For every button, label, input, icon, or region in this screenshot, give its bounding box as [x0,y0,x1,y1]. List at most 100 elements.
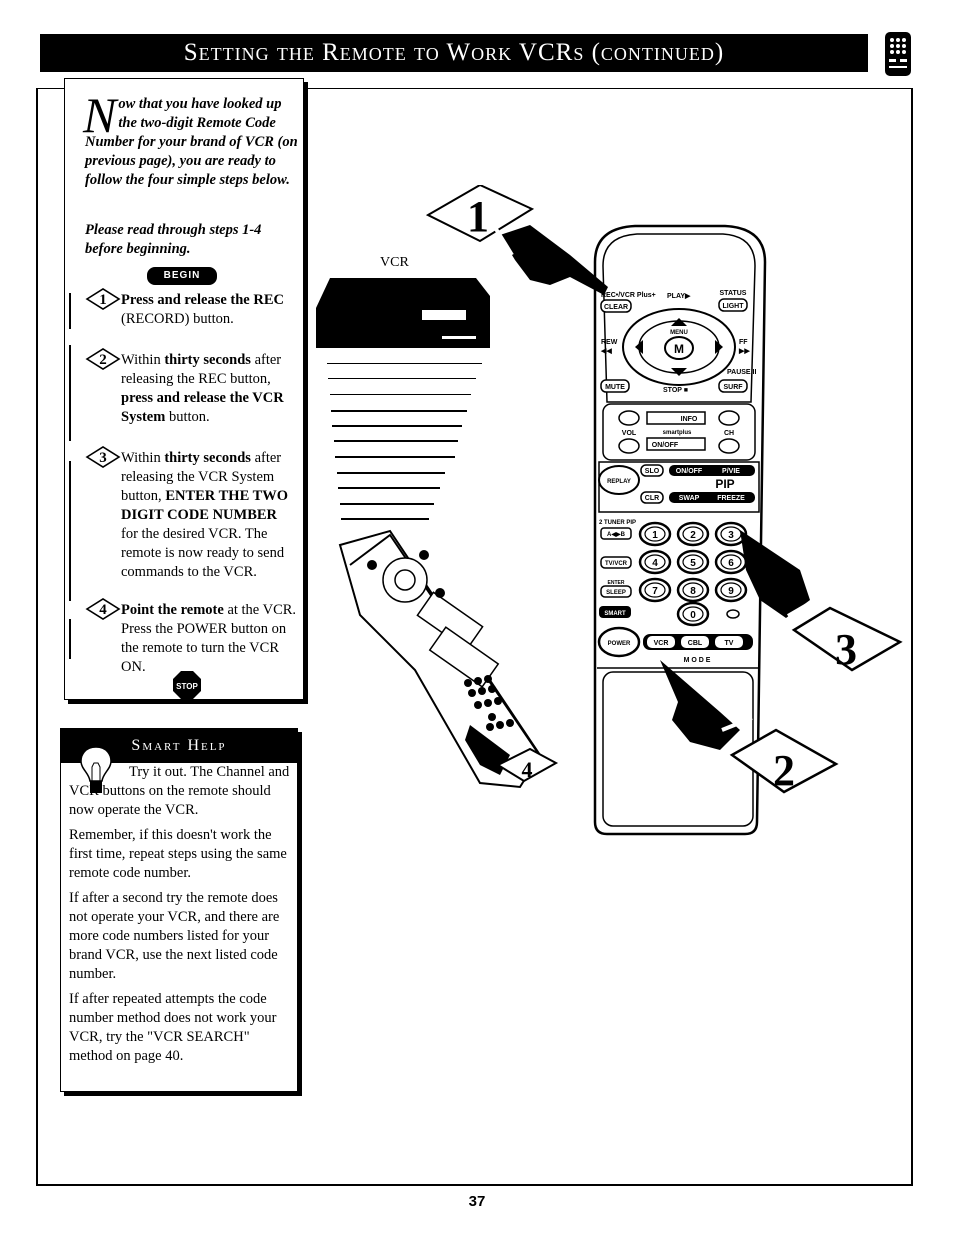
vcr-label: VCR [380,255,409,270]
begin-badge: BEGIN [147,267,217,285]
svg-text:A◀▶B: A◀▶B [607,531,626,538]
step-number-diamond-icon: 3 [85,446,121,468]
step-number-diamond-icon: 1 [85,288,121,310]
svg-text:CH: CH [724,430,734,437]
digit-label: 0 [690,610,696,621]
svg-text:M: M [674,342,684,356]
svg-text:SMART: SMART [604,611,626,617]
hand-pointer-2: 2 [660,660,839,795]
svg-text:ON/OFF: ON/OFF [676,468,703,475]
digit-label: 4 [652,558,658,569]
intro-text: N ow that you have looked up the two-dig… [83,87,299,190]
svg-text:▶▶: ▶▶ [738,348,750,355]
step-run: for the desired VCR. The remote is now r… [121,526,285,580]
svg-text:CLR: CLR [645,495,659,502]
svg-text:ON/OFF: ON/OFF [652,442,679,449]
page-title-bar: Setting the Remote to Work VCRs (continu… [40,34,868,72]
svg-text:VCR: VCR [654,640,669,647]
svg-text:4: 4 [99,602,107,618]
svg-text:P/VIE: P/VIE [722,468,740,475]
page-number: 37 [468,1193,486,1210]
step-1: 1 Press and release the REC (RECORD) butt… [85,288,297,329]
help-paragraph: Remember, if this doesn't work the first… [69,827,287,881]
intro-body: ow that you have looked up the two-digit… [85,96,298,188]
svg-text:1: 1 [99,292,107,308]
digit-label: 1 [652,530,658,541]
svg-text:TV/VCR: TV/VCR [605,561,628,567]
step-number-diamond-icon: 2 [85,348,121,370]
stop-label: STOP [176,682,198,691]
svg-text:SLO: SLO [645,468,660,475]
svg-text:CLEAR: CLEAR [604,304,628,311]
step-run: Within [121,352,165,368]
angled-remote-illustration: 4 [338,529,559,789]
step-connector [69,461,71,601]
page-title: Setting the Remote to Work VCRs (continu… [183,39,725,66]
svg-text:◀◀: ◀◀ [600,348,612,355]
help-paragraph: If after repeated attempts the code numb… [69,991,277,1064]
svg-text:SLEEP: SLEEP [606,590,626,596]
help-paragraph: If after a second try the remote does no… [69,890,280,982]
step-connector [69,345,71,441]
step-text: Within thirty seconds after releasing th… [121,449,297,582]
step-emphasis: Press and release the REC [121,292,284,308]
svg-text:STATUS: STATUS [720,290,747,297]
svg-text:3: 3 [99,450,107,466]
svg-text:SURF: SURF [723,384,743,391]
read-first-note: Please read through steps 1-4 before beg… [85,222,262,257]
step-connector [69,293,71,329]
step-text: Press and release the REC (RECORD) butto… [121,291,297,329]
step-emphasis: Point the remote [121,602,224,618]
digit-label: 8 [690,586,696,597]
svg-text:PLAY▶: PLAY▶ [667,293,691,300]
svg-text:REPLAY: REPLAY [607,479,631,485]
step-run: (RECORD) button. [121,311,234,327]
digit-label: 5 [690,558,696,569]
svg-text:INFO: INFO [681,416,698,423]
callout-3: 3 [835,625,857,674]
drop-cap: N [83,87,117,143]
svg-text:2: 2 [99,352,107,368]
step-emphasis: thirty seconds [164,352,251,368]
digit-label: 9 [728,586,734,597]
stop-sign-icon: STOP [173,671,201,699]
svg-text:TV: TV [725,640,734,647]
step-text: Point the remote at the VCR. Press the P… [121,601,297,677]
hand-pointer-1: 1 [425,185,608,295]
step-connector [69,619,71,659]
svg-text:MENU: MENU [670,330,688,336]
svg-text:FF: FF [739,339,748,346]
callout-4: 4 [522,757,533,782]
digit-label: 2 [690,530,696,541]
svg-text:PIP: PIP [715,477,734,491]
svg-text:smartplus: smartplus [663,430,692,436]
step-emphasis: thirty seconds [164,450,251,466]
svg-text:2 TUNER PIP: 2 TUNER PIP [599,520,636,526]
step-2: 2 Within thirty seconds after releasing t… [85,348,297,427]
step-text: Within thirty seconds after releasing th… [121,351,297,427]
step-3: 3 Within thirty seconds after releasing t… [85,446,297,582]
hand-pointer-3: 3 [740,530,903,674]
svg-text:STOP ■: STOP ■ [663,387,688,394]
digit-label: 3 [728,530,734,541]
svg-text:REW: REW [601,339,618,346]
instructions-panel: N ow that you have looked up the two-dig… [64,78,304,700]
svg-text:MUTE: MUTE [605,384,625,391]
svg-text:SWAP: SWAP [679,495,700,502]
light-bulb-icon [80,746,112,793]
svg-text:LIGHT: LIGHT [723,303,745,310]
svg-text:POWER: POWER [608,641,631,647]
callout-2: 2 [773,746,795,795]
smart-help-body: Try it out. The Channel and VCR buttons … [69,763,293,1072]
svg-text:ENTER: ENTER [608,580,625,586]
svg-text:PAUSE II: PAUSE II [727,369,756,376]
step-4: 4 Point the remote at the VCR. Press the … [85,598,297,677]
remote-control-icon [885,32,911,76]
step-number-diamond-icon: 4 [85,598,121,620]
svg-text:FREEZE: FREEZE [717,495,745,502]
step-run: Within [121,450,165,466]
svg-text:CBL: CBL [688,640,703,647]
step-run: button. [165,409,210,425]
digit-label: 7 [652,586,658,597]
svg-text:VOL: VOL [622,430,637,437]
